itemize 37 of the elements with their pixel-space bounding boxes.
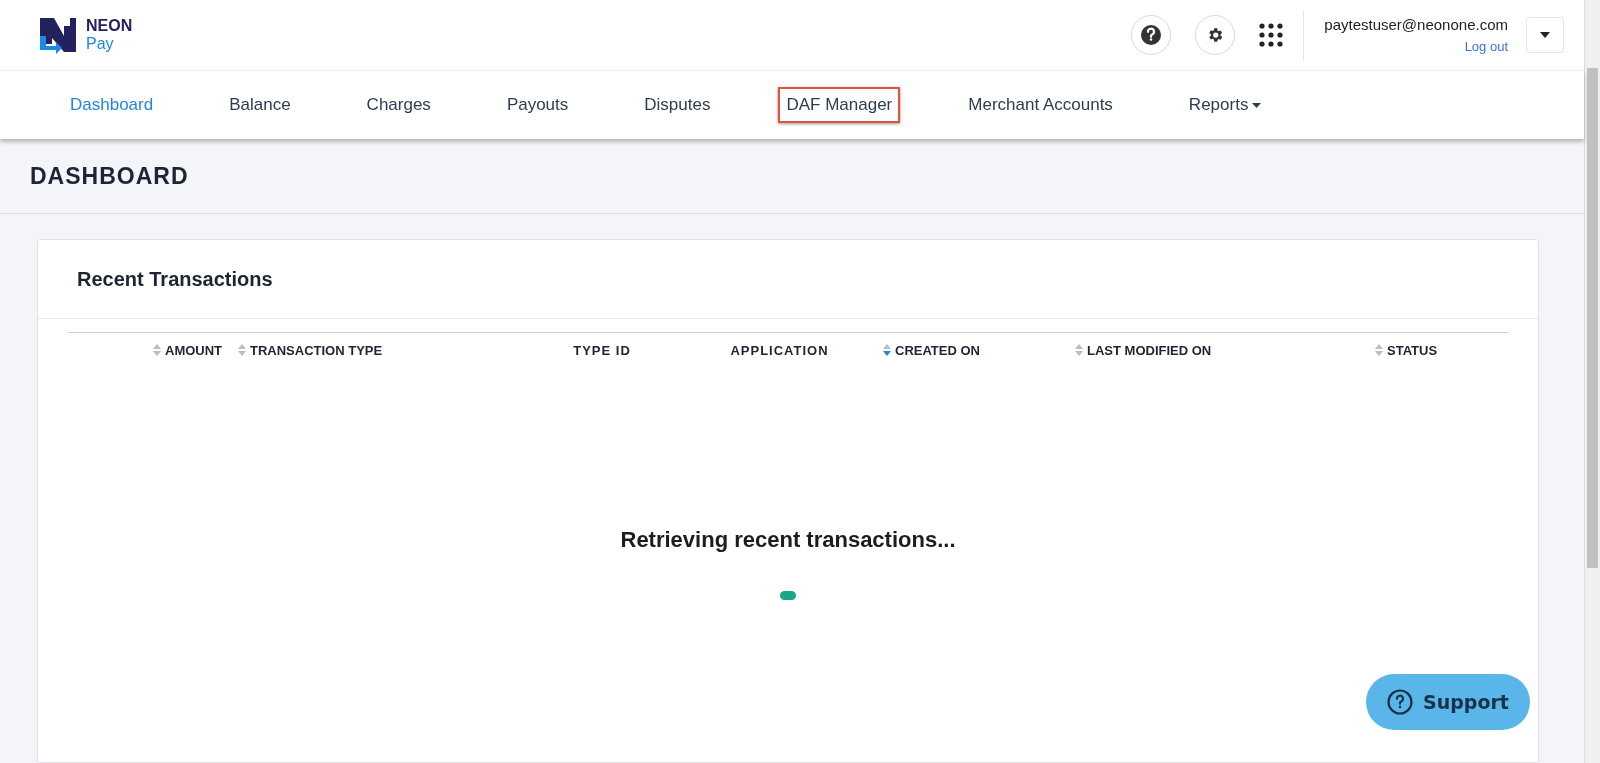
help-button[interactable] (1131, 15, 1172, 55)
nav-tab[interactable]: Dashboard (62, 87, 162, 123)
page-title: DASHBOARD (29, 161, 190, 191)
support-button[interactable]: Support (1366, 674, 1530, 730)
sort-icon[interactable] (1375, 344, 1383, 356)
column-header[interactable]: CREATED ON (895, 342, 980, 358)
brand-name: NEON (86, 17, 133, 35)
column-header[interactable]: AMOUNT (165, 342, 223, 358)
loading-message: Retrieving recent transactions... (620, 527, 956, 553)
nav-tab[interactable]: Merchant Accounts (960, 87, 1121, 123)
nav-tab[interactable]: Reports (1180, 87, 1270, 123)
caret-icon (1540, 32, 1550, 38)
column-header: TYPE ID (573, 342, 631, 358)
nav-tab[interactable]: Charges (358, 87, 439, 123)
account-dropdown-button[interactable] (1526, 17, 1564, 53)
column-header: APPLICATION (730, 342, 829, 358)
nav-tab[interactable]: Payouts (498, 87, 577, 123)
column-header[interactable]: TRANSACTION TYPE (250, 342, 383, 358)
sort-icon[interactable] (238, 344, 246, 356)
brand-subtitle: Pay (86, 35, 115, 53)
help-icon (1141, 25, 1162, 45)
card-title: Recent Transactions (77, 267, 273, 291)
logout-link[interactable]: Log out (1464, 39, 1508, 54)
sort-icon[interactable] (883, 344, 891, 356)
nav-tab[interactable]: DAF Manager (778, 87, 901, 123)
user-email: paytestuser@neonone.com (1324, 16, 1508, 33)
loading-spinner (780, 591, 796, 600)
sort-icon[interactable] (153, 344, 161, 356)
apps-grid-button[interactable] (1259, 23, 1284, 47)
column-header[interactable]: STATUS (1387, 342, 1438, 358)
sort-icon[interactable] (1075, 344, 1083, 356)
help-icon (1387, 689, 1414, 715)
nav-tab[interactable]: Disputes (636, 87, 719, 123)
scrollbar[interactable] (1584, 0, 1600, 763)
nav-tab[interactable]: Balance (221, 87, 299, 123)
column-header[interactable]: LAST MODIFIED ON (1087, 342, 1212, 358)
settings-button[interactable] (1195, 15, 1236, 55)
